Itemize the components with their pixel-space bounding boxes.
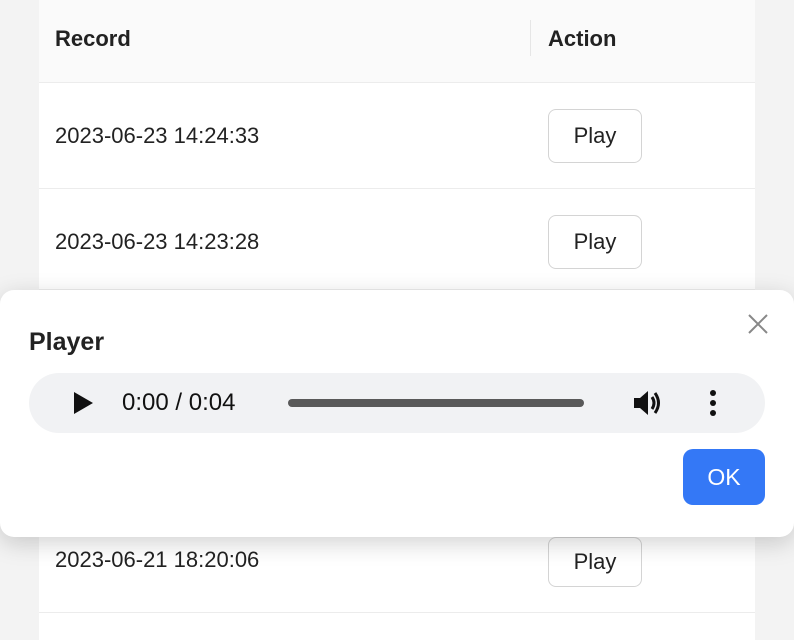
play-button[interactable]: Play <box>548 537 642 587</box>
play-icon[interactable] <box>74 392 93 414</box>
table-row: 2023-06-23 14:24:33 Play <box>39 83 755 189</box>
volume-icon[interactable] <box>632 388 664 418</box>
audio-player: 0:00 / 0:04 <box>29 373 765 433</box>
record-cell: 2023-06-23 14:24:33 <box>55 123 260 148</box>
column-header-action: Action <box>548 26 617 51</box>
more-vertical-icon[interactable] <box>703 388 723 418</box>
record-cell: 2023-06-21 18:20:06 <box>55 547 260 572</box>
play-button[interactable]: Play <box>548 109 642 163</box>
ok-button[interactable]: OK <box>683 449 765 505</box>
close-icon[interactable] <box>744 312 772 340</box>
time-display: 0:00 / 0:04 <box>122 389 236 416</box>
column-header-record: Record <box>55 26 131 51</box>
record-cell: 2023-06-23 14:23:28 <box>55 229 260 254</box>
progress-slider[interactable] <box>288 399 584 407</box>
play-button[interactable]: Play <box>548 215 642 269</box>
table-header: Record Action <box>39 0 755 83</box>
modal-title: Player <box>29 328 105 356</box>
table-row: 2023-06-23 14:23:28 Play <box>39 189 755 290</box>
player-modal: Player 0:00 / 0:04 OK <box>0 290 794 537</box>
column-divider <box>530 20 531 56</box>
